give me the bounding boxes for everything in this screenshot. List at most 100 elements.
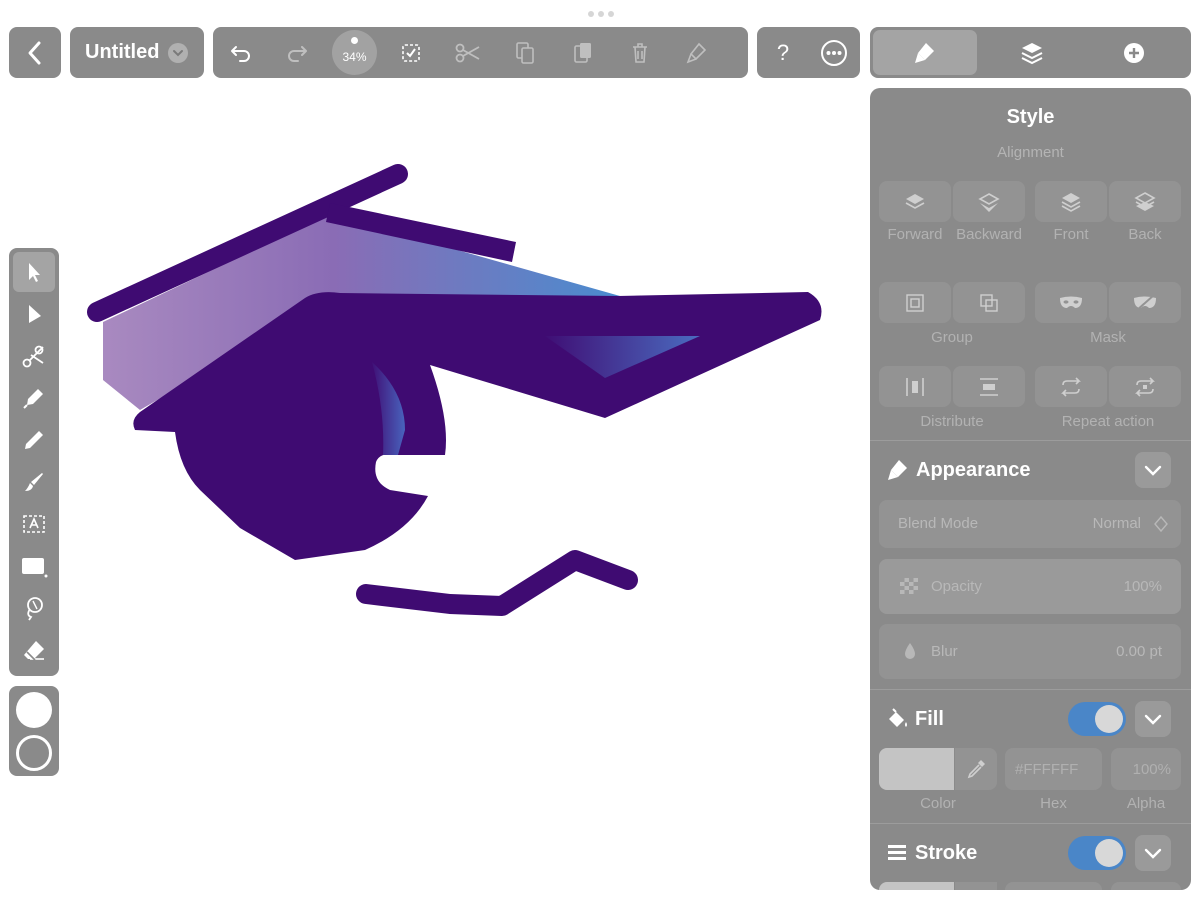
alpha-input[interactable]: 100% [1111, 748, 1181, 790]
distribute-vertical-icon [980, 377, 998, 396]
bring-to-front-button[interactable] [1035, 181, 1107, 222]
eraser-icon [24, 641, 44, 661]
blur-label: Blur [931, 643, 958, 660]
stroke-eyedropper-button[interactable] [955, 882, 997, 890]
opacity-slider[interactable]: Opacity 100% [879, 559, 1181, 614]
group-button[interactable] [879, 282, 951, 323]
style-brush-icon [888, 460, 907, 480]
send-backward-icon [978, 192, 1000, 212]
mask-label: Mask [1090, 329, 1126, 346]
tab-style[interactable] [873, 30, 977, 75]
front-label: Front [1053, 226, 1089, 243]
canvas[interactable] [0, 0, 860, 900]
blend-mode-row[interactable]: Blend Mode Normal [879, 500, 1181, 548]
tool-scissors[interactable] [13, 336, 55, 376]
tool-selection[interactable] [13, 252, 55, 292]
group-icon [906, 293, 924, 312]
style-brush-icon [915, 42, 934, 63]
scissors-icon [22, 345, 44, 368]
group-label: Group [931, 329, 973, 346]
fill-color-swatch-button[interactable] [879, 748, 954, 790]
plus-circle-icon [1124, 42, 1144, 63]
bring-forward-icon [905, 193, 925, 209]
style-panel: Style Alignment Forward Backward Front B… [870, 88, 1191, 890]
stroke-color-swatch-button[interactable] [879, 882, 954, 890]
fill-toggle[interactable] [1068, 702, 1126, 736]
tool-shape[interactable] [13, 546, 55, 586]
divider [870, 823, 1191, 824]
tool-pencil[interactable] [13, 420, 55, 460]
toggle-knob [1095, 839, 1123, 867]
hex-value: #FFFFFF [1015, 761, 1079, 778]
pointer-arrow-icon [29, 263, 40, 282]
panel-tabs [870, 27, 1191, 78]
artwork-group[interactable] [87, 164, 822, 616]
mask-button[interactable] [1035, 282, 1107, 323]
color-label: Color [920, 795, 956, 812]
repeat-transform-button[interactable] [1109, 366, 1181, 407]
appearance-header[interactable]: Appearance [870, 450, 1191, 490]
toggle-knob [1095, 705, 1123, 733]
send-to-back-button[interactable] [1109, 181, 1181, 222]
fill-color-swatch[interactable] [16, 692, 52, 728]
stroke-color-swatch[interactable] [16, 735, 52, 771]
bring-forward-button[interactable] [879, 181, 951, 222]
droplet-icon [905, 643, 915, 659]
paint-bucket-icon [889, 708, 907, 727]
stroke-collapse-button[interactable] [1135, 835, 1171, 871]
mask-icon [1060, 296, 1082, 308]
hex-input[interactable]: #FFFFFF [1005, 748, 1102, 790]
bottom-stroke-shape[interactable] [356, 550, 638, 616]
tab-add[interactable] [1109, 30, 1159, 75]
opacity-label: Opacity [931, 578, 982, 595]
back-label: Back [1128, 226, 1162, 243]
tool-text[interactable] [13, 504, 55, 544]
distribute-vertical-button[interactable] [953, 366, 1025, 407]
fill-title: Fill [915, 708, 944, 730]
divider [870, 689, 1191, 690]
backward-label: Backward [956, 226, 1022, 243]
repeat-action-button[interactable] [1035, 366, 1107, 407]
paintbrush-icon [25, 473, 43, 491]
distribute-label: Distribute [920, 413, 984, 430]
tool-brush[interactable] [13, 462, 55, 502]
chevron-down-icon [1144, 714, 1162, 725]
blur-value: 0.00 pt [1116, 643, 1162, 660]
send-backward-button[interactable] [953, 181, 1025, 222]
stroke-title: Stroke [915, 842, 978, 864]
repeat-action-label: Repeat action [1061, 413, 1155, 430]
stroke-hex-input[interactable] [1005, 882, 1102, 890]
tool-fill[interactable] [13, 588, 55, 628]
pen-nib-icon [23, 389, 43, 409]
toolbox [9, 248, 59, 676]
checkerboard-icon [900, 578, 918, 594]
hex-label: Hex [1040, 795, 1067, 812]
tool-direct-selection[interactable] [13, 294, 55, 334]
tab-layers[interactable] [1007, 30, 1057, 75]
distribute-horizontal-button[interactable] [879, 366, 951, 407]
ungroup-button[interactable] [953, 282, 1025, 323]
fill-header[interactable]: Fill [870, 699, 1191, 739]
blur-slider[interactable]: Blur 0.00 pt [879, 624, 1181, 679]
eyedropper-button[interactable] [955, 748, 997, 790]
opacity-value: 100% [1123, 578, 1162, 595]
stroke-toggle[interactable] [1068, 836, 1126, 870]
tool-eraser[interactable] [13, 630, 55, 670]
rectangle-shape-icon [22, 558, 48, 578]
stroke-header[interactable]: Stroke [870, 833, 1191, 873]
chevron-down-icon [1144, 465, 1162, 476]
text-box-icon [23, 515, 45, 533]
alignment-label: Alignment [997, 144, 1064, 161]
stroke-lines-icon [888, 845, 906, 860]
appearance-collapse-button[interactable] [1135, 452, 1171, 488]
send-to-back-icon [1134, 191, 1156, 211]
unmask-button[interactable] [1109, 282, 1181, 323]
forward-label: Forward [887, 226, 943, 243]
repeat-transform-icon [1135, 376, 1155, 397]
ungroup-icon [980, 293, 998, 312]
stroke-alpha-input[interactable] [1111, 882, 1181, 890]
fill-collapse-button[interactable] [1135, 701, 1171, 737]
tool-pen[interactable] [13, 378, 55, 418]
lasso-fill-icon [27, 597, 43, 621]
color-swatches [9, 686, 59, 776]
